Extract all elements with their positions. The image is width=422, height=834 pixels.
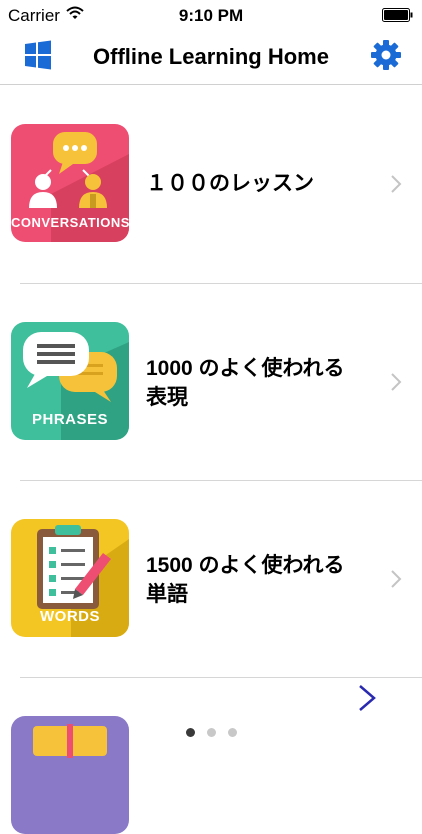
words-thumbnail-label: WORDS bbox=[40, 608, 100, 625]
phrases-thumbnail-label: PHRASES bbox=[31, 411, 109, 428]
chevron-right-icon bbox=[391, 570, 402, 588]
list-item-words[interactable]: WORDS 1500 のよく使われる単語 bbox=[0, 481, 422, 678]
navigation-bar: Offline Learning Home bbox=[0, 30, 422, 85]
list-item-label: 1500 のよく使われる単語 bbox=[146, 554, 345, 606]
chevron-right-icon[interactable] bbox=[356, 684, 378, 712]
gear-icon[interactable] bbox=[370, 39, 402, 71]
conversations-thumbnail-label: CONVERSATIONS bbox=[11, 215, 129, 230]
phrases-thumbnail: PHRASES bbox=[11, 322, 129, 440]
page-dot-3[interactable] bbox=[227, 728, 237, 737]
page-dot-2[interactable] bbox=[206, 728, 216, 737]
list-item-label: １００のレッスン bbox=[146, 172, 314, 195]
status-time: 9:10 PM bbox=[178, 6, 244, 25]
list-item-conversations[interactable]: CONVERSATIONS １００のレッスン bbox=[0, 86, 422, 283]
status-bar: Carrier 9:10 PM bbox=[0, 0, 422, 30]
chevron-right-icon bbox=[391, 373, 402, 391]
list-item-phrases[interactable]: PHRASES 1000 のよく使われる表現 bbox=[0, 284, 422, 481]
page-indicator[interactable] bbox=[0, 724, 422, 742]
list-item-label: 1000 のよく使われる表現 bbox=[146, 357, 345, 409]
chevron-right-icon bbox=[391, 175, 402, 193]
page-dot-1[interactable] bbox=[185, 728, 195, 737]
conversations-thumbnail: CONVERSATIONS bbox=[11, 124, 129, 242]
words-thumbnail: WORDS bbox=[11, 519, 129, 637]
page-title: Offline Learning Home bbox=[93, 44, 329, 69]
battery-icon bbox=[382, 8, 413, 22]
